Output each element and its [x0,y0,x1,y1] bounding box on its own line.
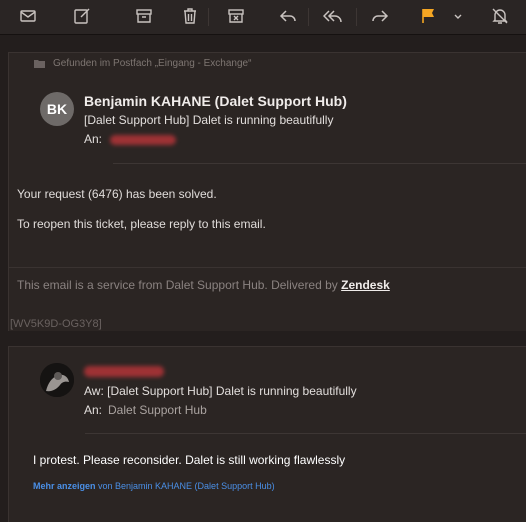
divider [113,163,526,164]
forward-icon[interactable] [367,5,393,27]
show-more-suffix: von Benjamin KAHANE (Dalet Support Hub) [95,481,275,491]
toolbar-separator [208,8,209,26]
mute-icon[interactable] [487,5,513,27]
mail-toolbar [0,0,526,35]
subject-line: Aw: [Dalet Support Hub] Dalet is running… [84,384,357,398]
avatar [40,363,74,397]
footer-text: This email is a service from Dalet Suppo… [17,278,390,292]
message-card: Aw: [Dalet Support Hub] Dalet is running… [8,346,526,522]
divider [9,267,526,268]
recipient-value[interactable]: Dalet Support Hub [108,403,207,417]
redacted-recipient [110,135,176,145]
footer-label: This email is a service from Dalet Suppo… [17,278,342,292]
body-text-line: Your request (6476) has been solved. [17,187,217,201]
trash-icon[interactable] [177,5,203,27]
show-more-label[interactable]: Mehr anzeigen [33,481,96,491]
recipient-label: An: [84,403,103,417]
reply-all-icon[interactable] [320,5,346,27]
reply-icon[interactable] [275,5,301,27]
toolbar-separator [308,8,309,26]
subject-line: [Dalet Support Hub] Dalet is running bea… [84,113,334,127]
found-in-mailbox: Gefunden im Postfach „Eingang - Exchange… [34,58,251,69]
junk-icon[interactable] [223,5,249,27]
message-card: Gefunden im Postfach „Eingang - Exchange… [8,52,526,331]
divider [85,433,526,434]
ticket-id: [WV5K9D-OG3Y8] [10,318,102,330]
zendesk-link[interactable]: Zendesk [341,278,390,292]
chevron-down-icon[interactable] [453,9,463,23]
found-in-label: Gefunden im Postfach „Eingang - Exchange… [53,58,252,69]
toolbar-separator [356,8,357,26]
archive-icon[interactable] [131,5,157,27]
redacted-sender [84,366,164,377]
recipient-row: An: Dalet Support Hub [84,403,207,417]
body-text: I protest. Please reconsider. Dalet is s… [33,453,346,467]
flag-icon[interactable] [415,5,441,27]
avatar: BK [40,92,74,126]
sender-name[interactable]: Benjamin KAHANE (Dalet Support Hub) [84,93,347,109]
folder-icon [34,60,45,68]
body-text-line: To reopen this ticket, please reply to t… [17,217,266,231]
compose-new-icon[interactable] [15,5,41,27]
recipient-label: An: [84,132,103,146]
show-more-link[interactable]: Mehr anzeigen von Benjamin KAHANE (Dalet… [33,481,275,491]
edit-draft-icon[interactable] [69,5,95,27]
